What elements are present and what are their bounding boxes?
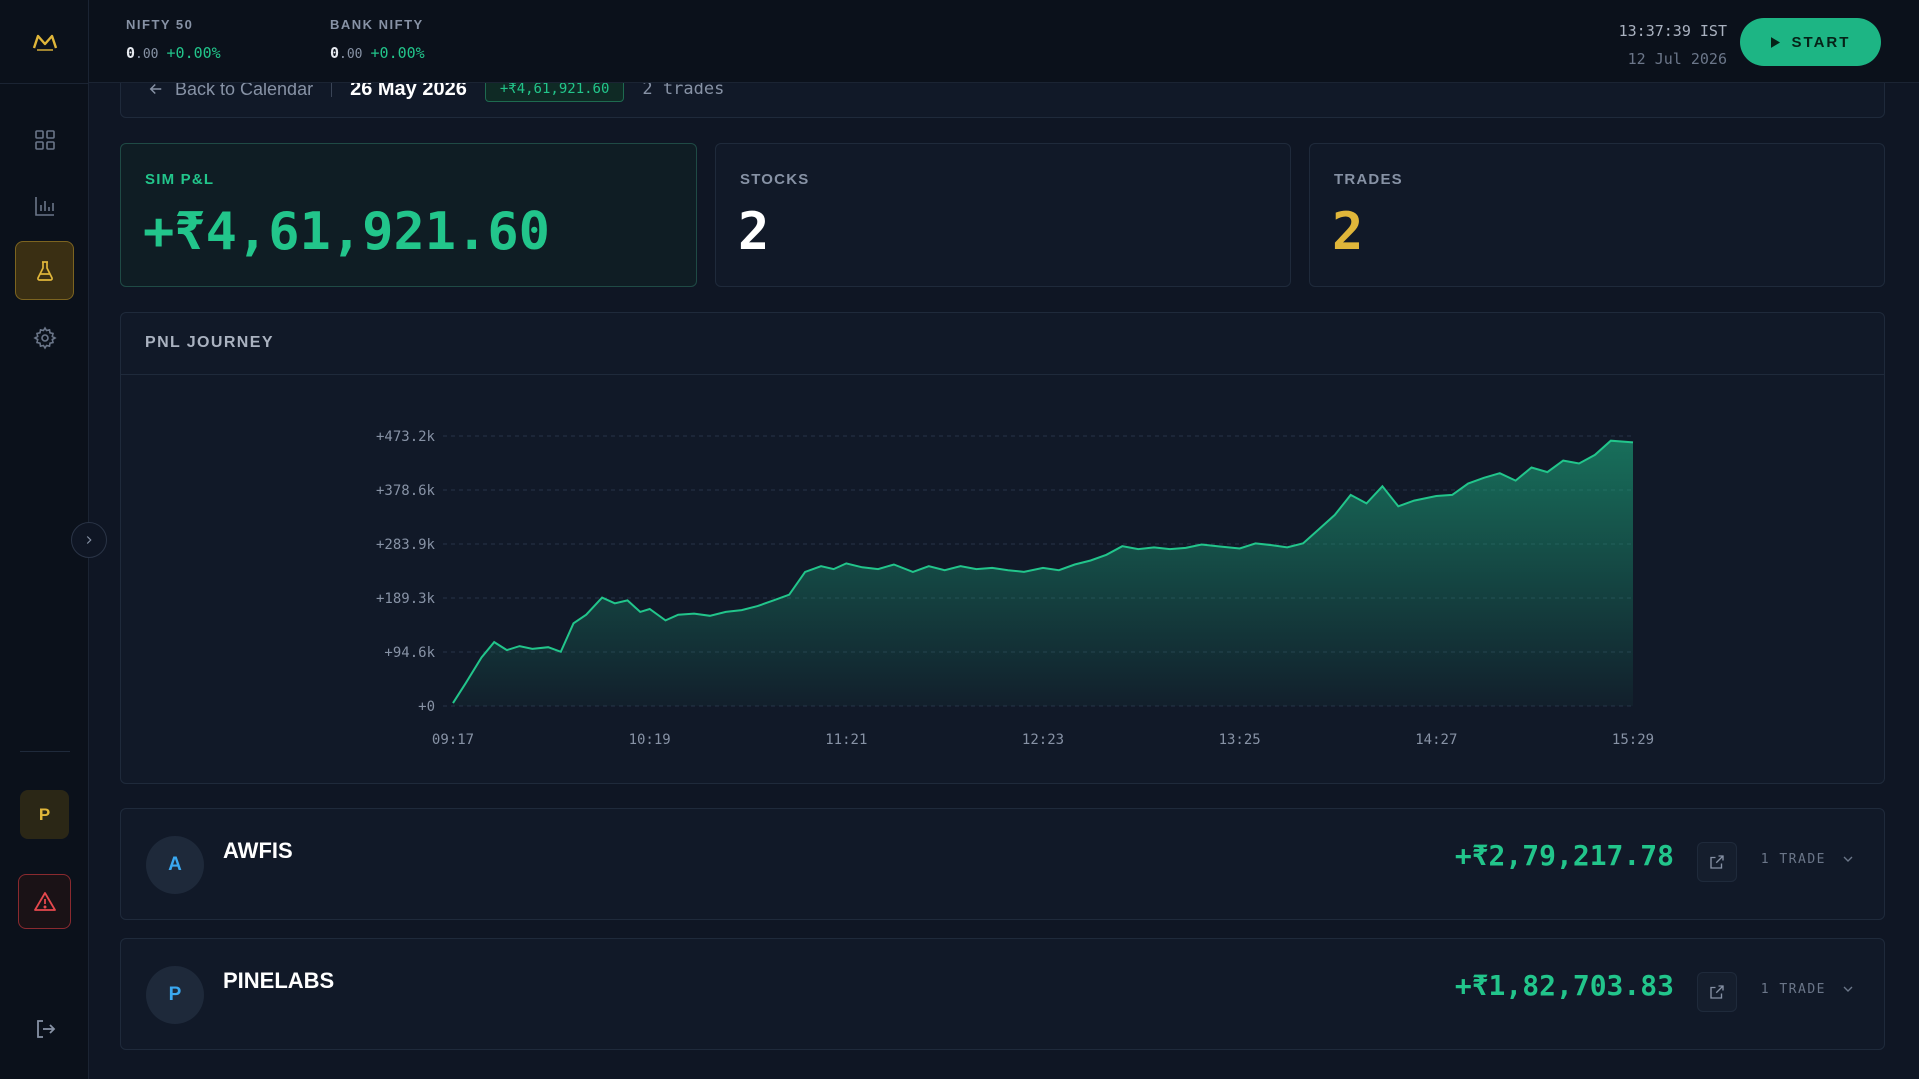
trade-count-toggle[interactable]: 1 TRADE — [1761, 851, 1856, 867]
x-tick-label: 15:29 — [1612, 732, 1654, 748]
ticker-name: BANK NIFTY — [330, 17, 424, 32]
ticker-name: NIFTY 50 — [126, 17, 194, 32]
stock-avatar: P — [146, 966, 204, 1024]
x-tick-label: 14:27 — [1415, 732, 1457, 748]
open-chart-button[interactable] — [1697, 972, 1737, 1012]
open-chart-button[interactable] — [1697, 842, 1737, 882]
trade-count: 1 TRADE — [1760, 851, 1826, 867]
gear-icon — [32, 325, 57, 350]
breadcrumb-separator — [331, 81, 333, 97]
chevron-down-icon — [1843, 986, 1853, 992]
ticker-price: 0 — [330, 44, 340, 62]
logout-icon — [37, 1020, 56, 1038]
ticker-price-decimal: .00 — [339, 47, 363, 62]
stock-pnl: +₹2,79,217.78 — [1454, 839, 1674, 872]
stock-pnl: +₹1,82,703.83 — [1454, 969, 1674, 1002]
x-tick-label: 12:23 — [1022, 732, 1064, 748]
stock-name: AWFIS — [223, 838, 293, 863]
profile-avatar[interactable]: P — [20, 790, 69, 839]
logout-button[interactable] — [30, 1016, 60, 1042]
clock-time: 13:37:39 IST — [1618, 22, 1727, 40]
sidebar-toggle[interactable] — [71, 522, 107, 558]
pnl-area — [453, 440, 1633, 706]
x-tick-label: 13:25 — [1219, 732, 1261, 748]
external-link-icon — [1710, 985, 1724, 999]
chevron-right-icon — [86, 536, 92, 544]
market-clock: 13:37:39 IST 12 Jul 2026 — [1619, 17, 1727, 73]
ticker-price-decimal: .00 — [135, 47, 159, 62]
y-tick-label: +189.3k — [376, 591, 436, 607]
stock-row-awfis[interactable]: A AWFIS +₹2,79,217.78 1 TRADE — [120, 808, 1885, 920]
ticker-price: 0 — [126, 44, 136, 62]
stat-card-stocks: STOCKS 2 — [715, 143, 1291, 287]
y-tick-label: +378.6k — [376, 483, 436, 499]
ticker-change: +0.00% — [166, 44, 221, 62]
warning-icon — [33, 891, 56, 911]
stat-card-pnl: SIM P&L +₹4,61,921.60 — [120, 143, 697, 287]
stat-label: SIM P&L — [145, 171, 215, 188]
y-tick-label: +0 — [418, 699, 435, 715]
stat-value-trades: 2 — [1332, 202, 1364, 262]
stock-row-pinelabs[interactable]: P PINELABS +₹1,82,703.83 1 TRADE — [120, 938, 1885, 1050]
ticker-banknifty: BANK NIFTY 0.00 +0.00% — [330, 17, 425, 62]
bar-chart-icon — [34, 196, 54, 216]
top-header: NIFTY 50 0.00 +0.00% BANK NIFTY 0.00 +0.00… — [89, 0, 1919, 83]
stat-value-pnl: +₹4,61,921.60 — [143, 202, 550, 262]
x-tick-label: 09:17 — [432, 732, 474, 748]
y-tick-label: +473.2k — [376, 429, 436, 445]
stat-card-trades: TRADES 2 — [1309, 143, 1885, 287]
stock-avatar: A — [146, 836, 204, 894]
chart-title: PNL JOURNEY — [145, 334, 274, 351]
ticker-change: +0.00% — [370, 44, 425, 62]
brand-logo — [31, 30, 59, 54]
external-link-icon — [1710, 855, 1724, 869]
pnl-journey-card: PNL JOURNEY +0 +94.6k +189.3k +283.9k +378.6… — [120, 312, 1885, 784]
nav-dashboard[interactable] — [15, 110, 74, 169]
trade-count: 1 TRADE — [1760, 981, 1826, 997]
sidebar-divider — [20, 751, 70, 752]
y-tick-label: +94.6k — [384, 645, 435, 661]
stat-label: TRADES — [1334, 171, 1403, 188]
nav-analytics[interactable] — [15, 176, 74, 235]
stat-label: STOCKS — [740, 171, 810, 188]
sidebar-divider — [0, 83, 89, 84]
pnl-chart: +0 +94.6k +189.3k +283.9k +378.6k +473.2k 09:1… — [376, 429, 1654, 748]
ticker-nifty50: NIFTY 50 0.00 +0.00% — [126, 17, 221, 62]
clock-date: 12 Jul 2026 — [1627, 50, 1727, 68]
x-tick-label: 11:21 — [825, 732, 867, 748]
start-label: START — [1791, 33, 1851, 51]
start-button[interactable]: START — [1740, 18, 1881, 66]
chevron-down-icon — [1843, 856, 1853, 862]
trade-count-toggle[interactable]: 1 TRADE — [1761, 981, 1856, 997]
alert-button[interactable] — [18, 874, 71, 929]
stock-name: PINELABS — [223, 968, 335, 993]
play-icon — [1770, 36, 1780, 48]
nav-simulator[interactable] — [15, 241, 74, 300]
y-tick-label: +283.9k — [376, 537, 436, 553]
grid-icon — [34, 129, 55, 150]
x-tick-label: 10:19 — [629, 732, 671, 748]
nav-settings[interactable] — [15, 308, 74, 367]
stat-value-stocks: 2 — [738, 202, 770, 262]
flask-icon — [36, 260, 53, 281]
